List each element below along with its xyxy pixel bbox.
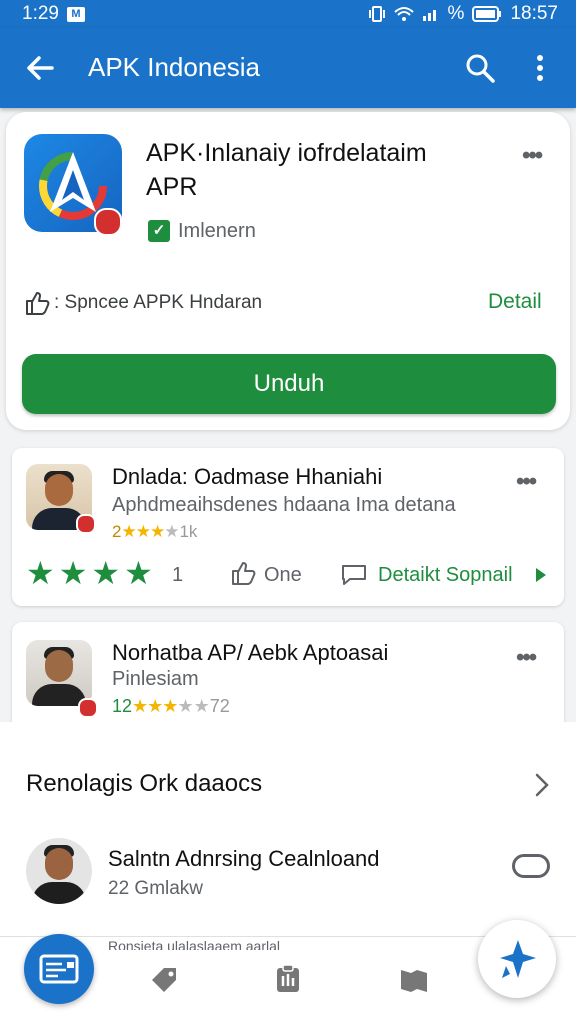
review-count: 1 (172, 564, 184, 586)
battery-icon (472, 6, 502, 22)
peek-text: Ronsieta ulalaslaaem aarlal (108, 940, 280, 950)
wifi-icon (393, 7, 414, 21)
review-title: Dnlada: Oadmase Hhaniahi (112, 464, 383, 489)
avatar (26, 640, 92, 706)
comment-icon[interactable] (340, 562, 368, 586)
likes-label[interactable]: One (264, 564, 302, 587)
battery-percent: % (447, 3, 465, 24)
download-button[interactable]: Unduh (22, 354, 556, 414)
book-icon[interactable] (398, 964, 430, 996)
status-clock: 18:57 (510, 3, 558, 24)
like-icon[interactable] (230, 560, 256, 586)
clipboard-icon[interactable] (272, 962, 304, 994)
nav-home-button[interactable] (24, 934, 94, 1004)
app-detail-card: APK·Inlanaiy iofrdelataim APR ••• ✓ Imle… (6, 112, 570, 430)
review-rating: 12★★★★★72 (112, 696, 230, 717)
signal-icon (422, 10, 436, 21)
avatar-head (45, 650, 73, 682)
review-subtitle: Pinlesiam (112, 668, 199, 690)
rating-stars-empty-icon: ★★ (177, 696, 210, 716)
review-subtitle: Aphdmeaihsdenes hdaana Ima detana (112, 494, 456, 516)
avatar-badge-icon (78, 698, 98, 718)
status-bar: 1:29 M % 18:57 (0, 0, 576, 28)
chat-bubble-icon[interactable] (512, 854, 550, 878)
app-name-line1: APK·Inlanaiy iofrdelataim (146, 139, 427, 167)
thumb-up-icon (26, 292, 50, 315)
comment-link[interactable]: Detaikt Sopnail (378, 564, 513, 587)
rating-prefix: 12 (112, 696, 133, 716)
rating-suffix: 72 (209, 696, 230, 716)
detail-link[interactable]: Detail (488, 290, 542, 314)
app-icon (24, 134, 122, 236)
mail-icon: M (66, 6, 85, 22)
status-right: % 18:57 (368, 3, 558, 25)
list-item-subtitle: 22 Gmlakw (108, 878, 204, 899)
news-card-icon (39, 954, 79, 984)
review-title: Norhatba AP/ Aebk Aptoasai (112, 640, 389, 665)
search-icon[interactable] (464, 52, 496, 84)
back-arrow-icon[interactable] (22, 50, 58, 86)
tag-icon[interactable] (148, 964, 180, 996)
rating-suffix: 1k (179, 522, 198, 541)
avatar-badge-icon (76, 514, 96, 534)
app-name-line2: APR (146, 173, 198, 201)
overflow-menu-icon[interactable] (526, 52, 554, 84)
app-bar: APK Indonesia (0, 28, 576, 108)
play-arrow-icon[interactable] (534, 566, 548, 584)
list-item-title[interactable]: Salntn Adnrsing Cealnloand (108, 846, 380, 872)
review-card[interactable]: Dnlada: Oadmase Hhaniahi Aphdmeaihsdenes… (12, 448, 564, 606)
status-left: 1:29 M (22, 3, 85, 25)
section-title: Renolagis Ork daaocs (26, 770, 263, 797)
review-more-icon[interactable]: ••• (516, 468, 537, 496)
sparkle-icon (500, 940, 536, 978)
avatar-body (32, 882, 86, 904)
rating-stars-empty-icon: ★ (164, 522, 180, 541)
app-more-icon[interactable]: ••• (522, 142, 543, 170)
vibrate-icon (368, 6, 385, 22)
rating-stars-icon: ★★★ (132, 696, 178, 716)
star-rating-icon: ★★★★ (26, 555, 157, 591)
developer-verified-icon: ✓ (148, 220, 170, 242)
avatar (26, 838, 92, 904)
sparkle-fab-button[interactable] (478, 920, 556, 998)
rating-stars-icon: ★★★ (121, 522, 165, 541)
app-info-text: : Spncee APPK Hndaran (54, 292, 263, 313)
avatar-head (45, 474, 73, 506)
app-badge-icon (94, 208, 122, 236)
page-title: APK Indonesia (88, 52, 261, 82)
status-time: 1:29 (22, 3, 59, 24)
review-more-icon[interactable]: ••• (516, 644, 537, 672)
avatar-head (45, 848, 73, 880)
developer-name[interactable]: Imlenern (178, 220, 256, 243)
review-rating: 2★★★★1k (112, 522, 197, 542)
chevron-right-icon[interactable] (534, 772, 550, 798)
app-name: APK·Inlanaiy iofrdelataim APR (146, 136, 486, 204)
